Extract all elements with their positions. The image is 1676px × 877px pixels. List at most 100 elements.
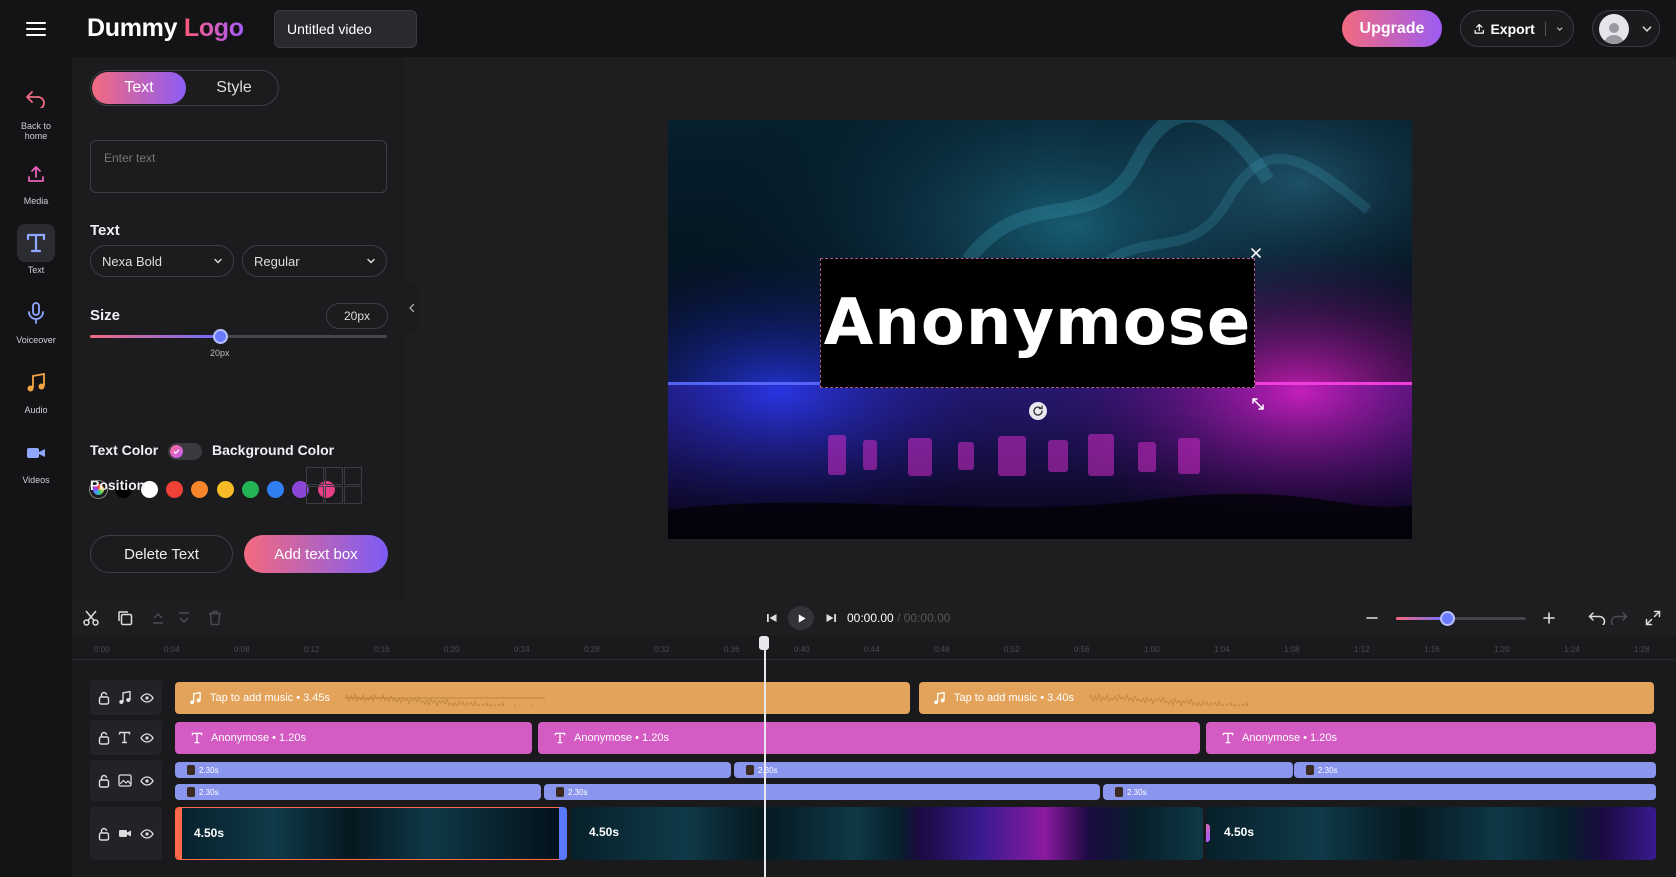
- skip-back-button[interactable]: [761, 608, 783, 628]
- delete-text-button[interactable]: Delete Text: [90, 535, 233, 573]
- position-grid: [306, 467, 362, 504]
- trash-icon: [209, 610, 221, 626]
- font-weight-select[interactable]: Regular: [242, 245, 387, 277]
- position-cell-top-right[interactable]: [344, 467, 362, 485]
- color-swatch[interactable]: [267, 481, 285, 498]
- video-preview[interactable]: Anonymose: [668, 120, 1412, 539]
- menu-button[interactable]: [16, 16, 56, 42]
- nav-text[interactable]: Text: [4, 224, 68, 275]
- size-slider-handle[interactable]: [212, 329, 228, 344]
- delete-clip-button[interactable]: [204, 608, 226, 628]
- ruler-tick-label: 0:52: [1004, 645, 1020, 654]
- duplicate-button[interactable]: [114, 608, 136, 628]
- account-menu-button[interactable]: [1592, 10, 1660, 47]
- nav-audio[interactable]: Audio: [4, 364, 68, 415]
- text-clip[interactable]: Anonymose • 1.20s: [538, 722, 1200, 754]
- chevron-down-icon[interactable]: [1556, 24, 1563, 34]
- tab-style[interactable]: Style: [188, 72, 280, 104]
- nav-media[interactable]: Media: [4, 155, 68, 206]
- export-button[interactable]: Export: [1460, 10, 1574, 47]
- text-icon: [119, 731, 131, 744]
- image-thumbnail-icon: [1306, 765, 1314, 775]
- check-icon: [173, 449, 180, 455]
- ruler-tick-label: 0:28: [584, 645, 600, 654]
- background-color-label[interactable]: Background Color: [212, 442, 334, 458]
- size-value-field[interactable]: 20px: [326, 303, 388, 329]
- size-slider[interactable]: [90, 329, 387, 344]
- color-swatch[interactable]: [191, 481, 209, 498]
- zoom-in-button[interactable]: [1538, 608, 1560, 628]
- color-swatch[interactable]: [216, 481, 234, 498]
- font-section-label: Text: [90, 222, 120, 239]
- text-clip[interactable]: Anonymose • 1.20s: [1206, 722, 1656, 754]
- music-clip[interactable]: Tap to add music • 3.45s: [175, 682, 910, 714]
- eye-icon[interactable]: [140, 692, 154, 703]
- position-cell-bottom-left[interactable]: [306, 486, 324, 504]
- add-text-box-button[interactable]: Add text box: [244, 535, 388, 573]
- eye-icon[interactable]: [140, 828, 154, 839]
- video-clip-selected[interactable]: 4.50s: [175, 807, 565, 860]
- position-cell-top-left[interactable]: [306, 467, 324, 485]
- lock-icon[interactable]: [98, 774, 110, 788]
- zoom-out-button[interactable]: [1361, 608, 1383, 628]
- color-swatch[interactable]: [241, 481, 259, 498]
- timeline-ruler[interactable]: 0:00 0:04 0:08 0:12 0:16 0:20 0:24 0:28 0:32 0:36…: [72, 636, 1676, 660]
- image-clip[interactable]: 2.30s: [175, 784, 541, 800]
- text-color-label[interactable]: Text Color: [90, 442, 158, 458]
- font-family-select[interactable]: Nexa Bold: [90, 245, 234, 277]
- lock-icon[interactable]: [98, 691, 110, 705]
- eye-icon[interactable]: [140, 775, 154, 786]
- upgrade-button[interactable]: Upgrade: [1342, 10, 1442, 47]
- ruler-tick-label: 0:24: [514, 645, 530, 654]
- text-overlay-box[interactable]: Anonymose: [820, 258, 1255, 388]
- eye-icon[interactable]: [140, 732, 154, 743]
- trim-handle-left[interactable]: [176, 808, 182, 859]
- brand-logo[interactable]: Dummy Logo: [87, 14, 244, 43]
- image-clip[interactable]: 2.30s: [734, 762, 1293, 778]
- fullscreen-button[interactable]: [1642, 608, 1664, 628]
- text-content-input[interactable]: [90, 140, 387, 193]
- color-swatch[interactable]: [165, 481, 183, 498]
- move-up-button[interactable]: [147, 608, 169, 628]
- image-clip-duration: 2.30s: [199, 765, 219, 775]
- move-down-button[interactable]: [173, 608, 195, 628]
- zoom-slider-handle[interactable]: [1440, 611, 1455, 626]
- image-clip[interactable]: 2.30s: [1294, 762, 1656, 778]
- video-thumbnail: [571, 807, 1203, 860]
- position-cell-bottom-right[interactable]: [344, 486, 362, 504]
- ruler-tick-label: 1:04: [1214, 645, 1230, 654]
- skip-forward-button[interactable]: [820, 608, 842, 628]
- music-clip[interactable]: Tap to add music • 3.40s: [919, 682, 1654, 714]
- play-button[interactable]: [788, 606, 814, 630]
- tab-text[interactable]: Text: [92, 72, 186, 104]
- position-cell-top-center[interactable]: [325, 467, 343, 485]
- image-clip[interactable]: 2.30s: [175, 762, 731, 778]
- undo-button[interactable]: [1586, 608, 1608, 628]
- image-clip[interactable]: 2.30s: [1103, 784, 1656, 800]
- lock-icon[interactable]: [98, 827, 110, 841]
- video-title-field[interactable]: Untitled video: [274, 10, 417, 48]
- color-mode-toggle[interactable]: [168, 443, 202, 460]
- collapse-panel-button[interactable]: [405, 283, 419, 333]
- playhead-handle[interactable]: [759, 636, 769, 650]
- rotate-handle[interactable]: [1029, 402, 1047, 420]
- resize-handle[interactable]: [1250, 396, 1266, 412]
- export-icon: [1474, 23, 1484, 34]
- video-clip[interactable]: 4.50s: [1206, 807, 1656, 860]
- redo-button[interactable]: [1608, 608, 1630, 628]
- trim-handle-right[interactable]: [559, 807, 567, 860]
- text-clip[interactable]: Anonymose • 1.20s: [175, 722, 532, 754]
- nav-videos[interactable]: Videos: [4, 434, 68, 485]
- video-clip[interactable]: 4.50s: [571, 807, 1203, 860]
- font-weight-value: Regular: [254, 253, 300, 269]
- zoom-slider[interactable]: [1396, 611, 1526, 626]
- add-transition-button[interactable]: [1206, 824, 1210, 842]
- lock-icon[interactable]: [98, 731, 110, 745]
- size-slider-fill: [90, 335, 221, 338]
- nav-voiceover[interactable]: Voiceover: [4, 294, 68, 345]
- split-button[interactable]: [80, 608, 102, 628]
- position-cell-bottom-center[interactable]: [325, 486, 343, 504]
- remove-text-overlay-button[interactable]: [1248, 245, 1264, 261]
- image-clip[interactable]: 2.30s: [544, 784, 1100, 800]
- nav-back-to-home[interactable]: Back to home: [4, 80, 68, 141]
